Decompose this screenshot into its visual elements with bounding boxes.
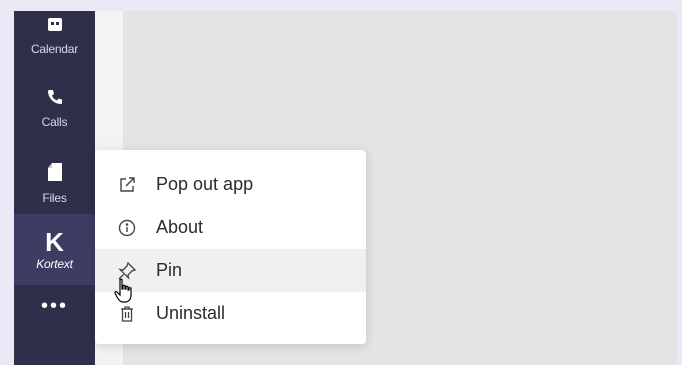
sidebar-item-label: Calls <box>41 114 68 129</box>
sidebar-item-label: Files <box>42 190 67 205</box>
sidebar-item-label: Calendar <box>30 41 79 56</box>
menu-item-pop-out-app[interactable]: Pop out app <box>95 163 366 206</box>
calendar-icon <box>46 15 64 36</box>
phone-icon <box>46 88 64 109</box>
sidebar-item-kortext[interactable]: K Kortext <box>14 214 95 285</box>
app-rail: Calendar Calls Files K Kortext ••• <box>14 11 95 365</box>
menu-item-label: About <box>156 217 204 237</box>
menu-item-uninstall[interactable]: Uninstall <box>95 292 366 335</box>
app-context-menu: Pop out app About Pin Uninstall <box>95 150 366 344</box>
sidebar-item-calendar[interactable]: Calendar <box>14 11 95 69</box>
sidebar-item-calls[interactable]: Calls <box>14 74 95 142</box>
menu-item-label: Pop out app <box>156 174 254 194</box>
kortext-logo: K <box>45 226 64 257</box>
sidebar-item-files[interactable]: Files <box>14 149 95 217</box>
menu-item-label: Uninstall <box>156 303 226 323</box>
more-apps-button[interactable]: ••• <box>14 291 95 321</box>
file-icon <box>46 162 64 185</box>
menu-item-about[interactable]: About <box>95 206 366 249</box>
sidebar-item-label: Kortext <box>36 256 73 271</box>
info-icon <box>117 218 137 238</box>
pop-out-icon <box>117 175 137 195</box>
menu-item-label: Pin <box>156 260 183 280</box>
menu-item-pin[interactable]: Pin <box>95 249 366 292</box>
hand-cursor-icon <box>113 278 135 309</box>
